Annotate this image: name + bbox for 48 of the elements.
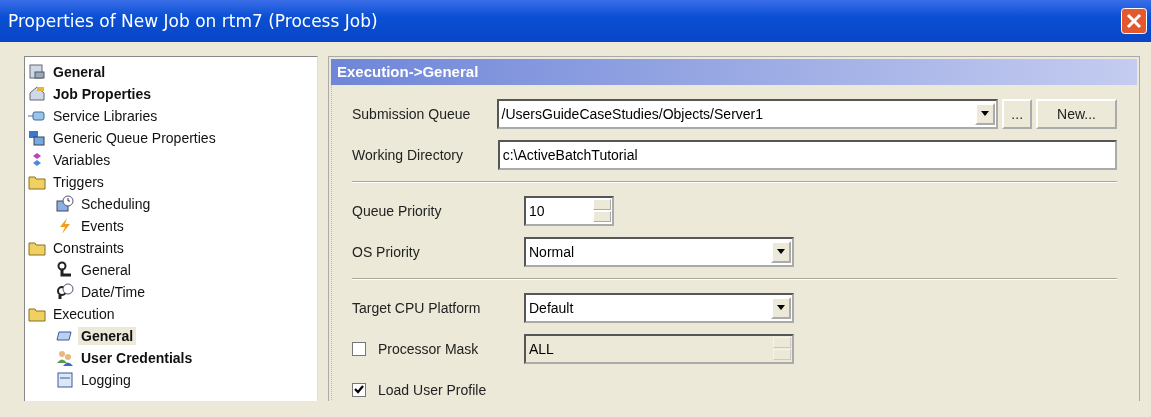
tree-item[interactable]: Job Properties <box>50 85 155 103</box>
caret-icon <box>981 111 990 116</box>
tree-item[interactable]: Execution <box>50 305 118 323</box>
field-label: Queue Priority <box>352 202 443 219</box>
checkbox-label: Processor Mask <box>378 340 479 357</box>
tree-item[interactable]: Variables <box>50 151 114 169</box>
calendar-clock-icon <box>56 195 74 213</box>
field-label: Target CPU Platform <box>352 299 482 316</box>
tree-item[interactable]: Scheduling <box>78 195 154 213</box>
checkbox-label: Load User Profile <box>378 381 487 398</box>
text-field[interactable]: c:\ActiveBatchTutorial <box>497 139 1117 170</box>
dropdown[interactable]: Normal <box>524 236 794 267</box>
field-label: Working Directory <box>352 146 464 163</box>
tree-item[interactable]: Date/Time <box>78 283 149 301</box>
tree-item[interactable]: General <box>78 261 134 279</box>
dropdown-button[interactable] <box>771 296 791 319</box>
new-button[interactable]: New... <box>1036 98 1117 129</box>
spin-field[interactable]: 10 <box>524 195 614 226</box>
browse-button[interactable]: ... <box>1002 98 1033 129</box>
form-icon <box>28 63 46 81</box>
tree-item[interactable]: Triggers <box>50 173 107 191</box>
folder-icon <box>28 305 46 323</box>
tree-item[interactable]: Service Libraries <box>50 107 161 125</box>
users-icon <box>56 349 74 367</box>
document-icon <box>56 371 74 389</box>
caret-icon <box>777 249 785 254</box>
field-label: Submission Queue <box>352 105 472 122</box>
tree-item[interactable]: Constraints <box>50 239 127 257</box>
panel-header: Execution->General <box>331 59 1137 85</box>
window-title: Properties of New Job on rtm7 (Process Job) <box>8 11 378 31</box>
folder-icon <box>28 239 46 257</box>
folder-icon <box>28 173 46 191</box>
tree-item[interactable]: Generic Queue Properties <box>50 129 219 147</box>
tree-item[interactable]: User Credentials <box>78 349 196 367</box>
tree-item[interactable]: General <box>78 327 137 345</box>
tree-item[interactable]: Logging <box>78 371 134 389</box>
dropdown-button[interactable] <box>771 240 791 263</box>
house-icon <box>28 85 46 103</box>
checkbox[interactable] <box>352 382 366 397</box>
close-icon[interactable] <box>1121 8 1147 34</box>
dropdown-button[interactable] <box>975 102 996 125</box>
computers-icon <box>28 129 46 147</box>
field-label: OS Priority <box>352 243 421 260</box>
tree-item[interactable]: Events <box>78 217 127 235</box>
combo-box[interactable]: /UsersGuideCaseStudies/Objects/Server1 <box>496 98 999 129</box>
caret-icon <box>777 305 785 310</box>
dropdown[interactable]: Default <box>524 292 794 323</box>
tree-item[interactable]: General <box>50 63 109 81</box>
